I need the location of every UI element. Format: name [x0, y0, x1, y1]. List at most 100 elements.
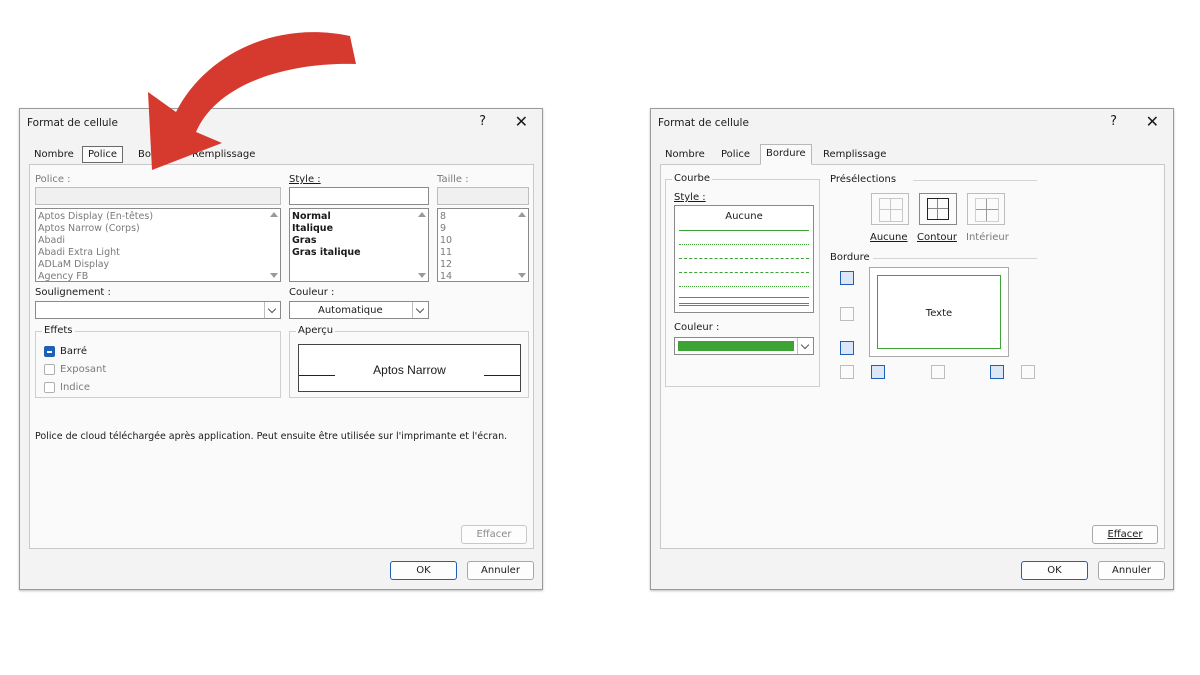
barre-checkbox[interactable] — [44, 346, 55, 357]
style-input[interactable] — [289, 187, 429, 205]
indice-checkbox[interactable] — [44, 382, 55, 393]
barre-label: Barré — [60, 346, 87, 357]
tab-remplissage[interactable]: Remplissage — [818, 146, 891, 163]
style-label: Style : — [674, 192, 706, 203]
soulignement-label: Soulignement : — [35, 287, 111, 298]
diagonal-up-toggle[interactable] — [840, 365, 854, 379]
soulignement-select[interactable] — [35, 301, 281, 319]
police-list[interactable]: Aptos Display (En-têtes) Aptos Narrow (C… — [35, 208, 281, 282]
bordure-panel: Courbe Style : Aucune Couleur : Présélec… — [660, 164, 1165, 549]
taille-input[interactable] — [437, 187, 529, 205]
exposant-checkbox[interactable] — [44, 364, 55, 375]
tab-police[interactable]: Police — [716, 146, 755, 163]
preset-interieur-label: Intérieur — [966, 232, 1009, 243]
taille-label: Taille : — [437, 174, 469, 185]
chevron-down-icon — [412, 302, 428, 318]
couleur-value: Automatique — [318, 305, 383, 316]
tab-bordure[interactable]: Bordure — [760, 144, 812, 165]
help-button[interactable]: ? — [1110, 114, 1117, 129]
preset-contour-button[interactable] — [919, 193, 957, 225]
tab-bordure[interactable]: Bordure — [133, 146, 183, 163]
border-right-toggle[interactable] — [990, 365, 1004, 379]
info-text: Police de cloud téléchargée après applic… — [35, 431, 508, 442]
line-style-option[interactable] — [679, 303, 809, 306]
police-input[interactable] — [35, 187, 281, 205]
effacer-label: Effacer — [1107, 529, 1143, 540]
apercu-text: Aptos Narrow — [373, 363, 446, 377]
couleur-select[interactable]: Automatique — [289, 301, 429, 319]
chevron-down-icon — [264, 302, 280, 318]
list-item[interactable]: Agency FB — [36, 271, 280, 281]
effets-group: Effets Barré Exposant Indice — [35, 325, 281, 398]
taille-list[interactable]: 8 9 10 11 12 14 — [437, 208, 529, 282]
line-style-option[interactable] — [679, 244, 809, 245]
courbe-label: Courbe — [672, 173, 713, 184]
list-item[interactable]: ADLaM Display — [36, 259, 280, 271]
preview-text: Texte — [925, 308, 953, 319]
border-top-toggle[interactable] — [840, 271, 854, 285]
exposant-label: Exposant — [60, 364, 107, 375]
line-style-option[interactable] — [679, 230, 809, 231]
tab-police[interactable]: Police — [82, 146, 123, 163]
effacer-button[interactable]: Effacer — [461, 525, 527, 544]
scrollbar[interactable] — [515, 209, 528, 281]
color-swatch — [678, 341, 794, 351]
apercu-group: Aperçu Aptos Narrow — [289, 325, 529, 398]
tab-nombre[interactable]: Nombre — [29, 146, 79, 163]
list-item[interactable]: Gras — [290, 235, 428, 247]
scrollbar[interactable] — [267, 209, 280, 281]
apercu-preview: Aptos Narrow — [298, 344, 521, 392]
dialog-title: Format de cellule — [27, 117, 118, 129]
annuler-button[interactable]: Annuler — [1098, 561, 1165, 580]
list-item[interactable]: Italique — [290, 223, 428, 235]
chevron-down-icon — [797, 338, 813, 354]
preset-aucune-button[interactable] — [871, 193, 909, 225]
couleur-label: Couleur : — [289, 287, 335, 298]
border-inside-icon — [975, 198, 999, 222]
scrollbar[interactable] — [415, 209, 428, 281]
style-list[interactable]: Normal Italique Gras Gras italique — [289, 208, 429, 282]
effacer-button[interactable]: Effacer — [1092, 525, 1158, 544]
list-item[interactable]: Gras italique — [290, 247, 428, 259]
annuler-button[interactable]: Annuler — [467, 561, 534, 580]
preset-interieur-button[interactable] — [967, 193, 1005, 225]
diagonal-down-toggle[interactable] — [1021, 365, 1035, 379]
style-label: Style : — [289, 174, 321, 185]
courbe-group: Courbe Style : Aucune Couleur : — [665, 173, 820, 387]
line-style-option[interactable] — [679, 297, 809, 298]
list-item[interactable]: Aptos Narrow (Corps) — [36, 223, 280, 235]
border-middle-horizontal-toggle[interactable] — [840, 307, 854, 321]
border-middle-vertical-toggle[interactable] — [931, 365, 945, 379]
police-label: Police : — [35, 174, 71, 185]
list-item[interactable]: Normal — [290, 211, 428, 223]
ok-button[interactable]: OK — [1021, 561, 1088, 580]
line-style-list[interactable]: Aucune — [674, 205, 814, 313]
couleur-select[interactable] — [674, 337, 814, 355]
list-item[interactable]: Abadi Extra Light — [36, 247, 280, 259]
close-icon[interactable]: ✕ — [515, 112, 528, 131]
apercu-label: Aperçu — [296, 325, 336, 336]
preset-contour-label: Contour — [917, 232, 957, 243]
format-cell-dialog-police: Format de cellule ? ✕ Nombre Police Bord… — [19, 108, 543, 590]
police-panel: Police : Style : Taille : Aptos Display … — [29, 164, 534, 549]
title-bar: Format de cellule ? ✕ — [20, 109, 542, 137]
preset-aucune-label: Aucune — [870, 232, 908, 243]
indice-label: Indice — [60, 382, 91, 393]
help-button[interactable]: ? — [479, 114, 486, 129]
tab-nombre[interactable]: Nombre — [660, 146, 710, 163]
ok-button[interactable]: OK — [390, 561, 457, 580]
couleur-label: Couleur : — [674, 322, 720, 333]
format-cell-dialog-bordure: Format de cellule ? ✕ Nombre Police Bord… — [650, 108, 1174, 590]
tab-remplissage[interactable]: Remplissage — [187, 146, 260, 163]
border-preview[interactable]: Texte — [869, 267, 1009, 357]
line-style-option[interactable] — [679, 258, 809, 259]
line-style-option[interactable] — [679, 272, 809, 273]
dialog-title: Format de cellule — [658, 117, 749, 129]
list-item[interactable]: Aptos Display (En-têtes) — [36, 211, 280, 223]
close-icon[interactable]: ✕ — [1146, 112, 1159, 131]
list-item[interactable]: Abadi — [36, 235, 280, 247]
border-bottom-toggle[interactable] — [840, 341, 854, 355]
line-style-option[interactable] — [679, 286, 809, 287]
bordure-label: Bordure — [830, 252, 870, 263]
border-left-toggle[interactable] — [871, 365, 885, 379]
